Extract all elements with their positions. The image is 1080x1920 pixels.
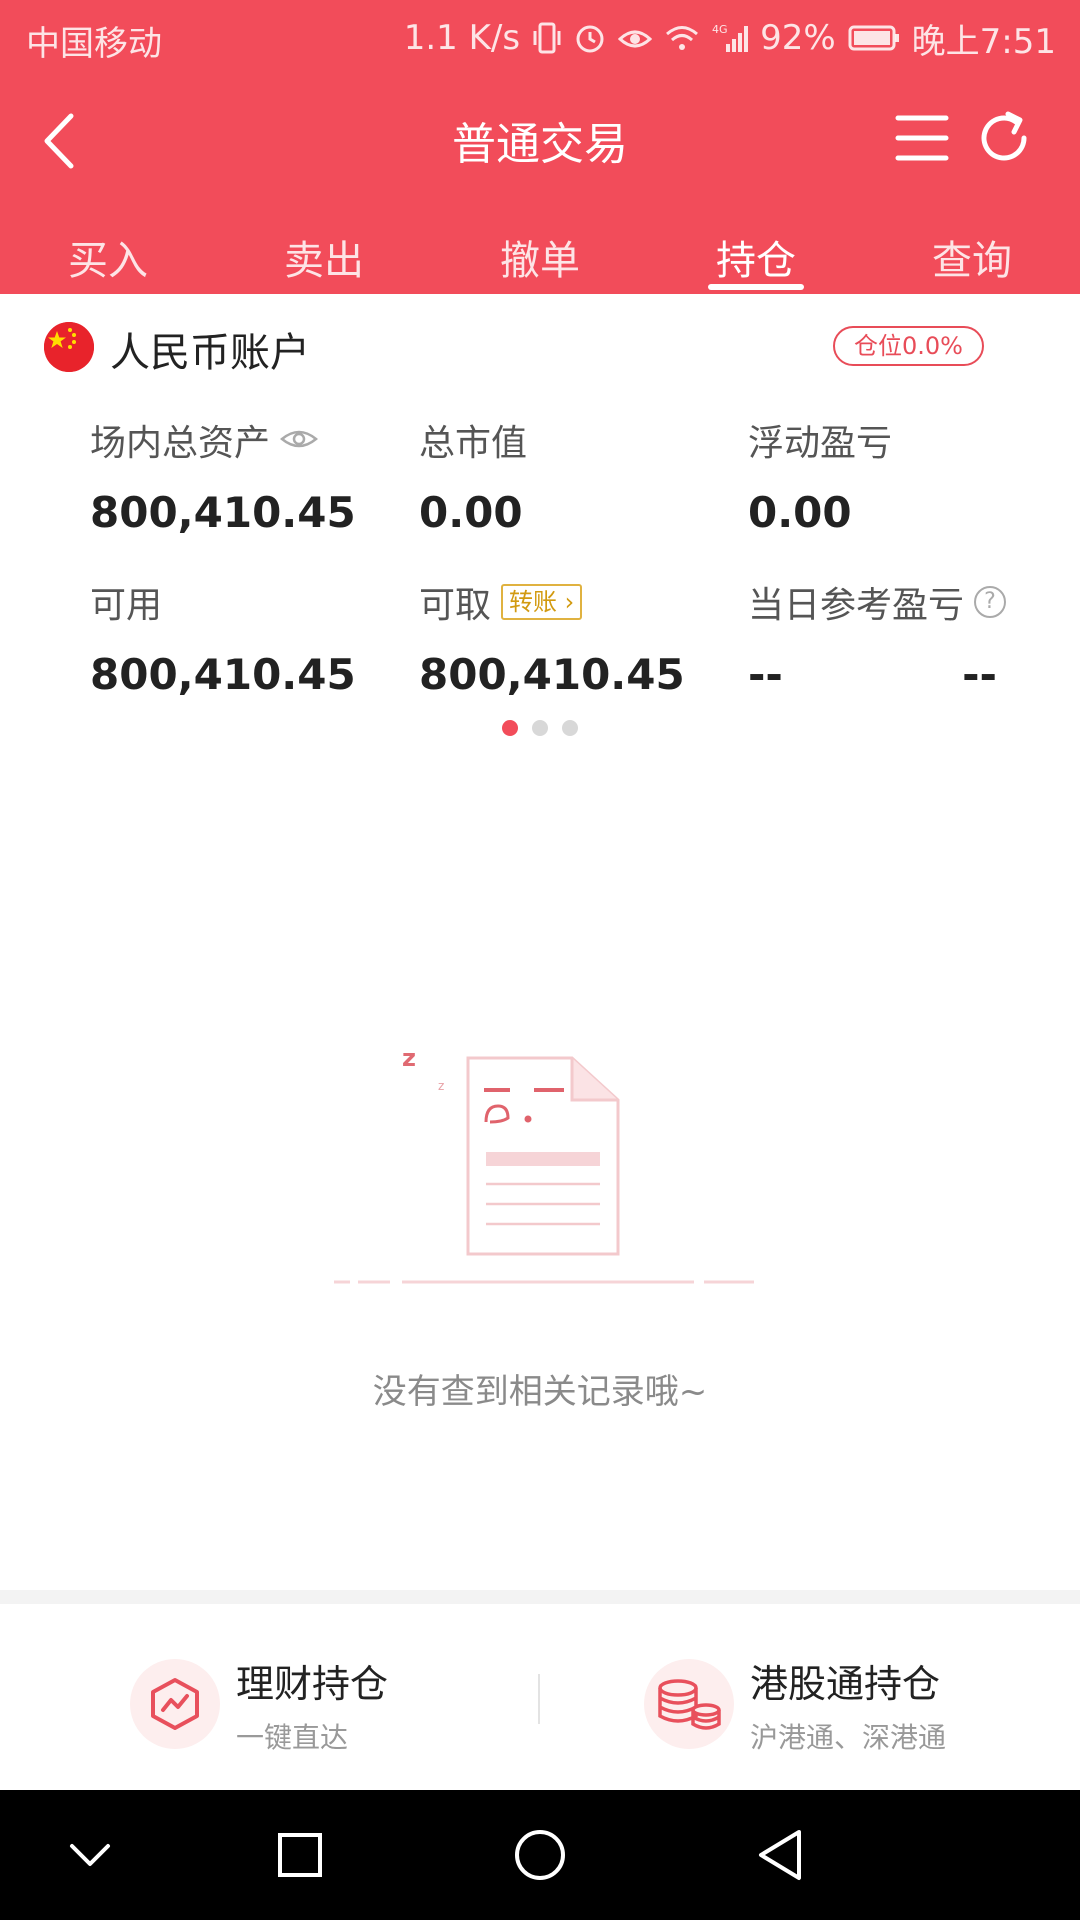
shortcut-title: 理财持仓 bbox=[236, 1661, 389, 1706]
position-ratio-badge: 仓位0.0% bbox=[833, 326, 984, 366]
daily-pl-value-secondary: -- bbox=[962, 650, 997, 699]
tab-sell[interactable]: 卖出 bbox=[216, 212, 432, 294]
shortcut-title: 港股通持仓 bbox=[750, 1661, 941, 1706]
nav-back-button[interactable] bbox=[740, 1820, 820, 1890]
refresh-icon bbox=[981, 111, 1027, 161]
stat-total-assets: 场内总资产 800,410.45 bbox=[90, 414, 356, 537]
svg-text:4G: 4G bbox=[712, 23, 728, 36]
status-indicators: 1.1 K/s 4G 92% 晚上7:51 bbox=[404, 14, 1056, 62]
available-label: 可用 bbox=[90, 585, 163, 626]
daily-pl-value: -- bbox=[748, 650, 783, 699]
market-value-label: 总市值 bbox=[419, 423, 528, 464]
account-name: 人民币账户 bbox=[110, 330, 310, 376]
shortcut-subtitle: 沪港通、深港通 bbox=[750, 1720, 947, 1754]
stat-daily-pl: 当日参考盈亏 ? -- -- bbox=[748, 576, 1007, 699]
wealth-chart-icon bbox=[130, 1659, 220, 1749]
stat-floating-pl: 浮动盈亏 0.00 bbox=[748, 414, 892, 537]
battery-percent: 92% bbox=[760, 18, 836, 58]
empty-message: 没有查到相关记录哦~ bbox=[372, 1372, 708, 1412]
chevron-down-icon bbox=[70, 1844, 110, 1866]
nav-home-button[interactable] bbox=[500, 1820, 580, 1890]
circle-icon bbox=[515, 1830, 565, 1880]
clock-time: 晚上7:51 bbox=[911, 21, 1056, 62]
coins-stack-icon bbox=[644, 1659, 734, 1749]
eye-toggle-icon[interactable] bbox=[280, 420, 318, 461]
daily-pl-label: 当日参考盈亏 bbox=[748, 585, 965, 626]
tab-cancel-order[interactable]: 撤单 bbox=[432, 212, 648, 294]
stat-withdrawable: 可取 转账 › 800,410.45 bbox=[419, 576, 685, 699]
china-flag-icon bbox=[44, 322, 94, 372]
svg-text:z: z bbox=[402, 1044, 416, 1072]
chevron-right-icon: › bbox=[564, 588, 575, 616]
square-icon bbox=[278, 1833, 322, 1877]
page-indicator bbox=[0, 720, 1080, 736]
shortcut-divider bbox=[538, 1674, 540, 1724]
hk-connect-holdings-shortcut[interactable]: 港股通持仓 沪港通、深港通 bbox=[644, 1654, 946, 1754]
total-assets-value: 800,410.45 bbox=[90, 488, 356, 537]
system-nav-bar bbox=[0, 1790, 1080, 1920]
wealth-holdings-shortcut[interactable]: 理财持仓 一键直达 bbox=[130, 1654, 388, 1754]
withdrawable-value: 800,410.45 bbox=[419, 650, 685, 699]
wifi-icon bbox=[664, 23, 700, 53]
empty-document-illustration: z z bbox=[330, 1040, 760, 1300]
stat-market-value: 总市值 0.00 bbox=[419, 414, 527, 537]
withdrawable-label: 可取 bbox=[419, 585, 492, 626]
tab-buy[interactable]: 买入 bbox=[0, 212, 216, 294]
floating-pl-label: 浮动盈亏 bbox=[748, 423, 893, 464]
floating-pl-value: 0.00 bbox=[748, 488, 852, 537]
stat-available: 可用 800,410.45 bbox=[90, 576, 356, 699]
page-dot[interactable] bbox=[532, 720, 548, 736]
available-value: 800,410.45 bbox=[90, 650, 356, 699]
account-row: 人民币账户 仓位0.0% bbox=[0, 294, 1080, 394]
tab-holdings[interactable]: 持仓 bbox=[648, 212, 864, 294]
triangle-back-icon bbox=[759, 1830, 801, 1880]
status-bar: 中国移动 1.1 K/s 4G 92% 晚上7:51 bbox=[0, 0, 1080, 76]
eye-comfort-icon bbox=[618, 23, 653, 53]
page-dot[interactable] bbox=[502, 720, 518, 736]
market-value-value: 0.00 bbox=[419, 488, 523, 537]
signal-4g-icon: 4G bbox=[712, 22, 749, 54]
header-bar: 中国移动 1.1 K/s 4G 92% 晚上7:51 普通交易 买入 卖出 撤单… bbox=[0, 0, 1080, 294]
transfer-button[interactable]: 转账 › bbox=[501, 584, 583, 620]
menu-icon bbox=[895, 115, 949, 161]
nav-recents-button[interactable] bbox=[260, 1820, 340, 1890]
menu-button[interactable] bbox=[892, 108, 952, 168]
refresh-button[interactable] bbox=[972, 106, 1036, 170]
carrier-name: 中国移动 bbox=[26, 24, 162, 64]
total-assets-label: 场内总资产 bbox=[90, 423, 271, 464]
section-divider bbox=[0, 1590, 1080, 1604]
battery-icon bbox=[848, 24, 900, 52]
alarm-icon bbox=[574, 21, 606, 55]
shortcut-subtitle: 一键直达 bbox=[236, 1720, 349, 1754]
holding-shortcuts: 理财持仓 一键直达 港股通持仓 沪港通、深港通 bbox=[0, 1604, 1080, 1790]
help-icon[interactable]: ? bbox=[974, 586, 1007, 618]
vibrate-icon bbox=[532, 21, 562, 55]
tab-query[interactable]: 查询 bbox=[864, 212, 1080, 294]
svg-text:z: z bbox=[438, 1079, 444, 1093]
nav-collapse-button[interactable] bbox=[50, 1820, 130, 1890]
title-bar: 普通交易 bbox=[0, 90, 1080, 190]
trade-tabs: 买入 卖出 撤单 持仓 查询 bbox=[0, 212, 1080, 294]
page-dot[interactable] bbox=[562, 720, 578, 736]
network-speed: 1.1 K/s bbox=[403, 18, 521, 58]
